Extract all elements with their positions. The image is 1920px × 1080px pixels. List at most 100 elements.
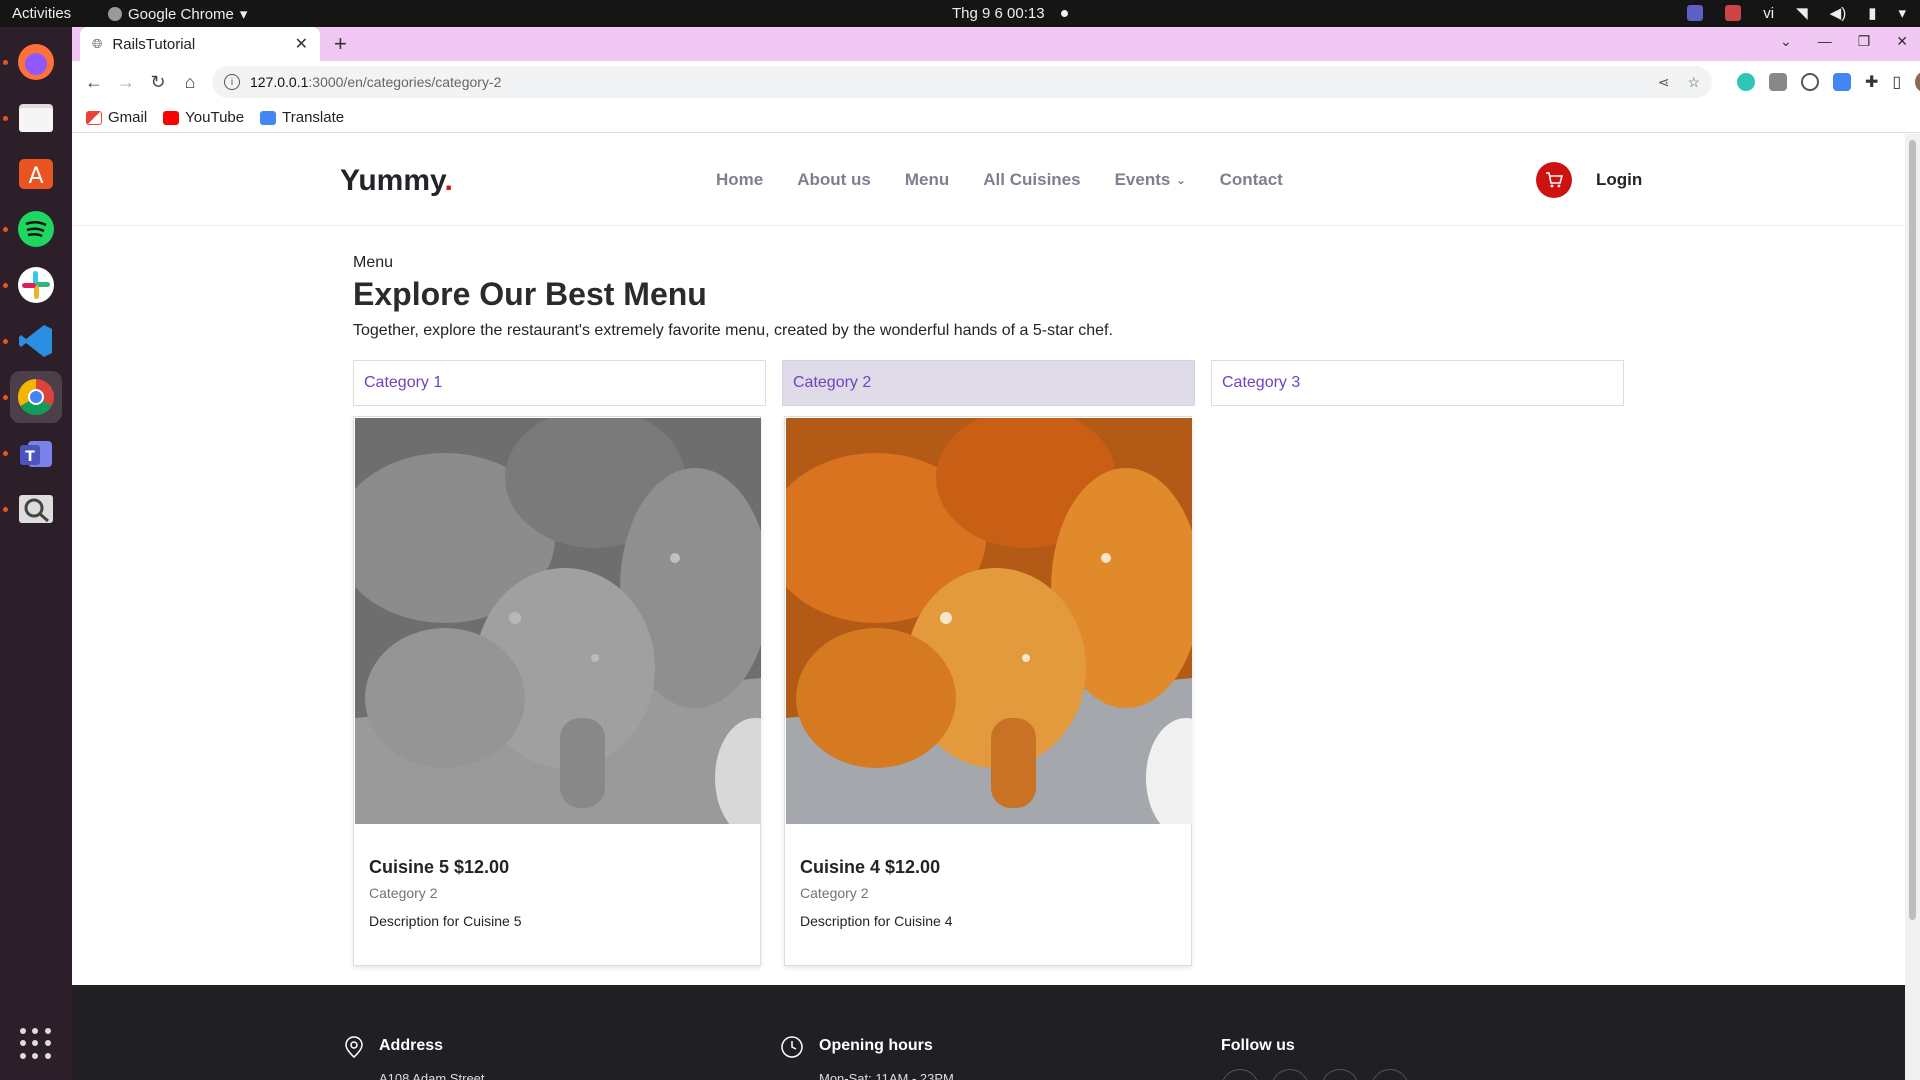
running-indicator-icon — [3, 283, 8, 288]
nav-contact[interactable]: Contact — [1220, 170, 1283, 190]
browser-toolbar: ← → ↻ ⌂ i 127.0.0.1 :3000/en/categories/… — [72, 61, 1920, 103]
nav-all-cuisines[interactable]: All Cuisines — [983, 170, 1080, 190]
translate-extension-icon[interactable] — [1833, 73, 1851, 91]
url-path: :3000/en/categories/category-2 — [308, 74, 502, 90]
close-window-icon[interactable]: ✕ — [1896, 33, 1908, 50]
footer-address: Address A108 Adam Street — [379, 1037, 485, 1080]
nav-home[interactable]: Home — [716, 170, 763, 190]
tab-search-icon[interactable]: ⌄ — [1780, 33, 1792, 50]
extension-icon[interactable] — [1737, 73, 1755, 91]
cuisine-category: Category 2 — [369, 885, 438, 901]
footer-hours-heading: Opening hours — [819, 1037, 933, 1054]
nav-about[interactable]: About us — [797, 170, 871, 190]
teams-icon[interactable]: T — [10, 427, 62, 479]
window-controls: ⌄ — ❐ ✕ — [1780, 33, 1908, 50]
minimize-icon[interactable]: — — [1818, 33, 1832, 50]
bookmark-gmail[interactable]: Gmail — [86, 109, 147, 126]
screenshot-icon[interactable] — [10, 483, 62, 535]
restore-icon[interactable]: ❐ — [1858, 33, 1871, 50]
system-menu-chevron-icon[interactable]: ▾ — [1898, 4, 1906, 22]
category-link-2[interactable]: Category 2 — [782, 360, 1195, 406]
puzzle-icon[interactable]: ✚ — [1865, 72, 1878, 92]
running-indicator-icon — [3, 339, 8, 344]
software-store-icon[interactable]: A — [10, 147, 62, 199]
section-label: Menu — [353, 254, 394, 271]
system-tray[interactable]: vi ◥ ◀) ▮ ▾ — [1687, 4, 1906, 22]
bookmark-star-icon[interactable]: ☆ — [1687, 74, 1700, 91]
cuisine-category: Category 2 — [800, 885, 869, 901]
running-indicator-icon — [3, 116, 8, 121]
back-icon[interactable]: ← — [78, 72, 110, 93]
app-menu-label: Google Chrome — [128, 5, 234, 23]
browser-tab[interactable]: 🌐︎ RailsTutorial ✕ — [80, 27, 320, 61]
clock-icon — [781, 1036, 803, 1058]
vscode-icon[interactable] — [10, 315, 62, 367]
running-indicator-icon — [3, 60, 8, 65]
input-language[interactable]: vi — [1763, 5, 1774, 22]
close-tab-icon[interactable]: ✕ — [295, 34, 308, 54]
tab-strip: 🌐︎ RailsTutorial ✕ + ⌄ — ❐ ✕ — [72, 27, 1920, 61]
cart-icon — [1546, 172, 1563, 188]
linkedin-icon[interactable] — [1371, 1069, 1409, 1080]
files-icon[interactable] — [10, 92, 62, 144]
cuisine-title: Cuisine 4 $12.00 — [800, 857, 941, 877]
page-scrollbar[interactable] — [1905, 134, 1920, 1080]
nav-events[interactable]: Events ⌄ — [1115, 170, 1186, 190]
reload-icon[interactable]: ↻ — [142, 72, 174, 93]
chrome-dock-icon[interactable] — [10, 371, 62, 423]
site-logo[interactable]: Yummy. — [340, 164, 453, 198]
cuisine-card[interactable]: Cuisine 5 $12.00 Category 2 Description … — [353, 416, 761, 966]
cart-button[interactable] — [1536, 162, 1572, 198]
dock: A T — [0, 27, 72, 1080]
spotify-icon[interactable] — [10, 203, 62, 255]
wifi-icon[interactable]: ◥ — [1796, 4, 1808, 22]
bookmark-translate[interactable]: Translate — [260, 109, 344, 126]
page-viewport: Yummy. Home About us Menu All Cuisines E… — [72, 134, 1905, 1080]
profile-avatar[interactable] — [1915, 71, 1920, 93]
activities-button[interactable]: Activities — [12, 5, 71, 22]
slack-icon[interactable] — [10, 259, 62, 311]
scrollbar-thumb[interactable] — [1909, 140, 1916, 920]
app-menu[interactable]: Google Chrome ▾ — [108, 5, 247, 23]
site-info-icon[interactable]: i — [224, 74, 240, 90]
instagram-icon[interactable] — [1321, 1069, 1359, 1080]
login-link[interactable]: Login — [1596, 170, 1642, 190]
logo-dot: . — [444, 164, 453, 197]
clock[interactable]: Thg 9 6 00:13 — [952, 5, 1068, 22]
twitter-icon[interactable] — [1221, 1069, 1259, 1080]
firefox-icon[interactable] — [10, 36, 62, 88]
running-indicator-icon — [3, 227, 8, 232]
address-bar[interactable]: i 127.0.0.1 :3000/en/categories/category… — [212, 66, 1712, 98]
home-icon[interactable]: ⌂ — [174, 72, 206, 93]
running-indicator-icon — [3, 451, 8, 456]
footer-follow: Follow us — [1221, 1037, 1409, 1080]
nav-events-label: Events — [1114, 170, 1171, 189]
side-panel-icon[interactable]: ▯ — [1892, 72, 1901, 92]
globe-icon: 🌐︎ — [92, 36, 103, 51]
site-footer: Address A108 Adam Street Opening hours M… — [72, 985, 1905, 1080]
teams-tray-icon[interactable] — [1687, 5, 1704, 21]
show-applications-icon[interactable] — [20, 1028, 52, 1060]
nav-menu[interactable]: Menu — [905, 170, 949, 190]
forward-icon[interactable]: → — [110, 72, 142, 93]
gmail-icon — [86, 110, 102, 125]
extension-icon[interactable] — [1801, 73, 1819, 91]
category-link-3[interactable]: Category 3 — [1211, 360, 1624, 406]
facebook-icon[interactable] — [1271, 1069, 1309, 1080]
youtube-icon — [163, 110, 180, 125]
logo-text: Yummy — [340, 164, 445, 197]
chrome-icon — [108, 7, 122, 21]
new-tab-icon[interactable]: + — [334, 31, 347, 57]
cuisine-title: Cuisine 5 $12.00 — [369, 857, 510, 877]
slack-tray-icon[interactable] — [1725, 5, 1742, 21]
volume-icon[interactable]: ◀) — [1830, 4, 1847, 22]
battery-icon[interactable]: ▮ — [1868, 4, 1876, 22]
site-header: Yummy. Home About us Menu All Cuisines E… — [72, 134, 1905, 226]
category-link-1[interactable]: Category 1 — [353, 360, 766, 406]
footer-address-heading: Address — [379, 1037, 444, 1054]
bookmark-youtube[interactable]: YouTube — [163, 109, 244, 126]
clock-text: Thg 9 6 00:13 — [952, 5, 1045, 22]
cuisine-card[interactable]: Cuisine 4 $12.00 Category 2 Description … — [784, 416, 1192, 966]
share-icon[interactable]: ⋖ — [1658, 74, 1670, 91]
extension-icon[interactable] — [1769, 73, 1787, 91]
